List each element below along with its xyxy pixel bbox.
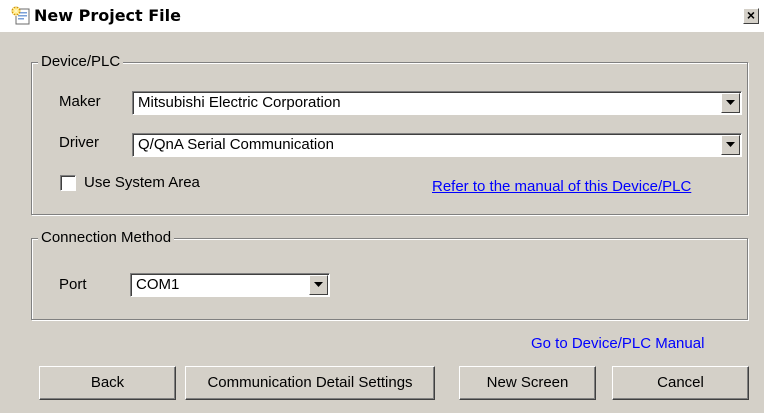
cancel-button[interactable]: Cancel [612, 366, 749, 400]
communication-detail-settings-button[interactable]: Communication Detail Settings [185, 366, 435, 400]
new-screen-button[interactable]: New Screen [459, 366, 596, 400]
driver-select-value: Q/QnA Serial Communication [138, 136, 334, 153]
connection-method-group-title: Connection Method [38, 229, 175, 246]
port-select[interactable]: COM1 [130, 273, 330, 297]
maker-select-value: Mitsubishi Electric Corporation [138, 94, 341, 111]
new-project-icon [11, 6, 30, 25]
chevron-down-icon [726, 142, 735, 147]
go-to-manual-link[interactable]: Go to Device/PLC Manual [531, 335, 704, 352]
port-select-value: COM1 [136, 276, 180, 293]
port-label: Port [59, 276, 87, 293]
connection-method-group: Connection Method Port COM1 [31, 229, 748, 320]
driver-dropdown-button[interactable] [721, 135, 740, 155]
new-project-dialog: New Project File × Device/PLC Maker Mits… [0, 0, 764, 413]
chevron-down-icon [726, 100, 735, 105]
port-dropdown-button[interactable] [309, 275, 328, 295]
device-plc-manual-link[interactable]: Refer to the manual of this Device/PLC [432, 178, 691, 195]
maker-label: Maker [59, 93, 101, 110]
maker-dropdown-button[interactable] [721, 93, 740, 113]
window-title: New Project File [34, 6, 181, 25]
device-plc-group-title: Device/PLC [38, 53, 124, 70]
driver-label: Driver [59, 134, 99, 151]
driver-select[interactable]: Q/QnA Serial Communication [132, 133, 742, 157]
close-icon: × [746, 7, 756, 23]
title-bar[interactable]: New Project File × [0, 0, 764, 32]
use-system-area-label[interactable]: Use System Area [84, 174, 200, 191]
use-system-area-checkbox[interactable] [60, 175, 76, 191]
device-plc-group: Device/PLC Maker Mitsubishi Electric Cor… [31, 53, 748, 215]
chevron-down-icon [314, 282, 323, 287]
dialog-body: Device/PLC Maker Mitsubishi Electric Cor… [0, 32, 764, 413]
close-button[interactable]: × [743, 8, 759, 24]
back-button[interactable]: Back [39, 366, 176, 400]
maker-select[interactable]: Mitsubishi Electric Corporation [132, 91, 742, 115]
